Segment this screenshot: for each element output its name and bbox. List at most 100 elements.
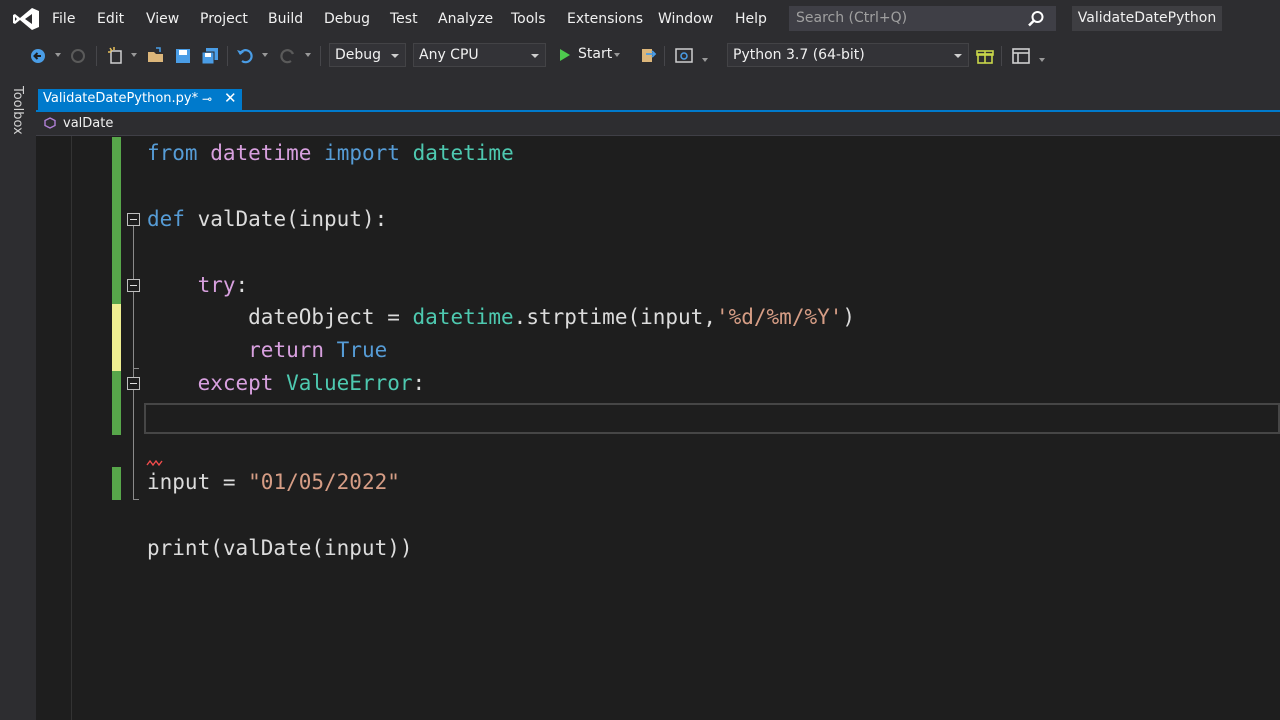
- search-box[interactable]: Search (Ctrl+Q): [789, 6, 1056, 31]
- chevron-down-icon: [954, 54, 962, 58]
- keyword: from: [147, 141, 198, 165]
- menu-file[interactable]: File: [52, 10, 75, 28]
- pin-icon[interactable]: ⊸: [202, 92, 212, 106]
- print-call: print(valDate(input)): [147, 536, 413, 560]
- chevron-down-icon: [391, 54, 399, 58]
- chevron-down-icon: [531, 54, 539, 58]
- layout-icon[interactable]: [1011, 46, 1031, 66]
- saved-change-marker: [112, 371, 121, 435]
- undo-icon[interactable]: [235, 46, 255, 66]
- code-line-7[interactable]: return True: [147, 337, 387, 363]
- toolbox-tab[interactable]: Toolbox: [10, 86, 25, 135]
- customize-dropdown-icon[interactable]: [1039, 58, 1045, 62]
- save-icon[interactable]: [173, 46, 193, 66]
- keyword: import: [324, 141, 400, 165]
- start-dropdown-icon[interactable]: [614, 53, 620, 57]
- outline-end: [133, 368, 139, 369]
- method-icon: [44, 117, 56, 129]
- collapse-icon[interactable]: [127, 377, 140, 390]
- new-dropdown-icon[interactable]: [131, 53, 137, 57]
- new-project-icon[interactable]: [106, 46, 126, 66]
- search-input[interactable]: Search (Ctrl+Q): [796, 10, 907, 26]
- saved-change-marker: [112, 467, 121, 500]
- member-dropdown[interactable]: valDate: [63, 116, 113, 131]
- browser-link-icon[interactable]: [638, 46, 658, 66]
- outline-line: [133, 226, 134, 500]
- collapse-icon[interactable]: [127, 279, 140, 292]
- menu-tools[interactable]: Tools: [511, 10, 546, 28]
- back-icon[interactable]: [28, 46, 48, 66]
- keyword: return: [248, 338, 325, 362]
- close-icon[interactable]: ✕: [224, 89, 237, 107]
- play-icon: [560, 49, 570, 61]
- assignment: input =: [147, 470, 249, 494]
- toolbar-separator: [664, 46, 665, 66]
- assignment: dateObject =: [147, 305, 413, 329]
- indicator-margin: [38, 136, 72, 720]
- menu-view[interactable]: View: [146, 10, 179, 28]
- unsaved-change-marker: [112, 304, 121, 371]
- code-line-5[interactable]: try:: [147, 272, 249, 298]
- code-line-3[interactable]: def valDate(input):: [147, 206, 387, 232]
- constant: True: [336, 338, 388, 362]
- toolbar-separator: [96, 46, 97, 66]
- gift-icon[interactable]: [975, 46, 995, 66]
- visual-studio-logo-icon[interactable]: [12, 7, 40, 31]
- solution-name[interactable]: ValidateDatePython: [1072, 6, 1222, 31]
- toolbar-separator: [320, 46, 321, 66]
- browser-view-icon[interactable]: [674, 46, 694, 66]
- code-line-13[interactable]: print(valDate(input)): [147, 535, 413, 561]
- tab-validatedatepython[interactable]: ValidateDatePython.py* ⊸ ✕: [38, 89, 242, 110]
- overflow-dropdown-icon[interactable]: [702, 58, 708, 62]
- code-line-1[interactable]: from datetime import datetime: [147, 140, 514, 166]
- configuration-value: Debug: [335, 47, 382, 63]
- class-name: ValueError: [286, 371, 413, 395]
- solution-configuration-select[interactable]: Debug: [329, 43, 406, 67]
- start-button[interactable]: Start: [556, 44, 626, 66]
- method-call: .strptime(input,: [513, 305, 716, 329]
- tab-title: ValidateDatePython.py*: [43, 91, 199, 106]
- code-line-8[interactable]: except ValueError:: [147, 370, 426, 396]
- menu-debug[interactable]: Debug: [324, 10, 370, 28]
- keyword: try: [197, 273, 236, 297]
- punctuation: :: [235, 273, 249, 297]
- redo-icon[interactable]: [278, 46, 298, 66]
- start-label: Start: [578, 46, 613, 62]
- string-literal: "01/05/2022": [248, 470, 400, 494]
- function-signature: valDate(input):: [184, 207, 388, 231]
- menu-extensions[interactable]: Extensions: [567, 10, 643, 28]
- menu-project[interactable]: Project: [200, 10, 248, 28]
- menu-edit[interactable]: Edit: [97, 10, 124, 28]
- open-folder-icon[interactable]: [146, 46, 166, 66]
- keyword: except: [197, 371, 274, 395]
- solution-platform-select[interactable]: Any CPU: [413, 43, 546, 67]
- back-dropdown-icon[interactable]: [55, 53, 61, 57]
- undo-dropdown-icon[interactable]: [262, 53, 268, 57]
- code-line-6[interactable]: dateObject = datetime.strptime(input,'%d…: [147, 304, 855, 330]
- class-name: datetime: [412, 305, 514, 329]
- string-literal: '%d/%m/%Y': [715, 305, 843, 329]
- toolbar-separator: [1001, 46, 1002, 66]
- toolbar-separator: [227, 46, 228, 66]
- menu-bar: File Edit View Project Build Debug Test …: [0, 0, 1280, 38]
- class-name: datetime: [412, 141, 514, 165]
- forward-icon[interactable]: [68, 46, 88, 66]
- redo-dropdown-icon[interactable]: [305, 53, 311, 57]
- menu-test[interactable]: Test: [390, 10, 418, 28]
- search-icon[interactable]: [1027, 10, 1045, 28]
- menu-help[interactable]: Help: [735, 10, 767, 28]
- menu-window[interactable]: Window: [658, 10, 713, 28]
- collapse-icon[interactable]: [127, 213, 140, 226]
- save-all-icon[interactable]: [200, 46, 220, 66]
- menu-analyze[interactable]: Analyze: [438, 10, 493, 28]
- environment-value: Python 3.7 (64-bit): [733, 47, 865, 63]
- menu-build[interactable]: Build: [268, 10, 303, 28]
- code-line-11[interactable]: input = "01/05/2022": [147, 469, 400, 495]
- python-environment-select[interactable]: Python 3.7 (64-bit): [727, 43, 969, 67]
